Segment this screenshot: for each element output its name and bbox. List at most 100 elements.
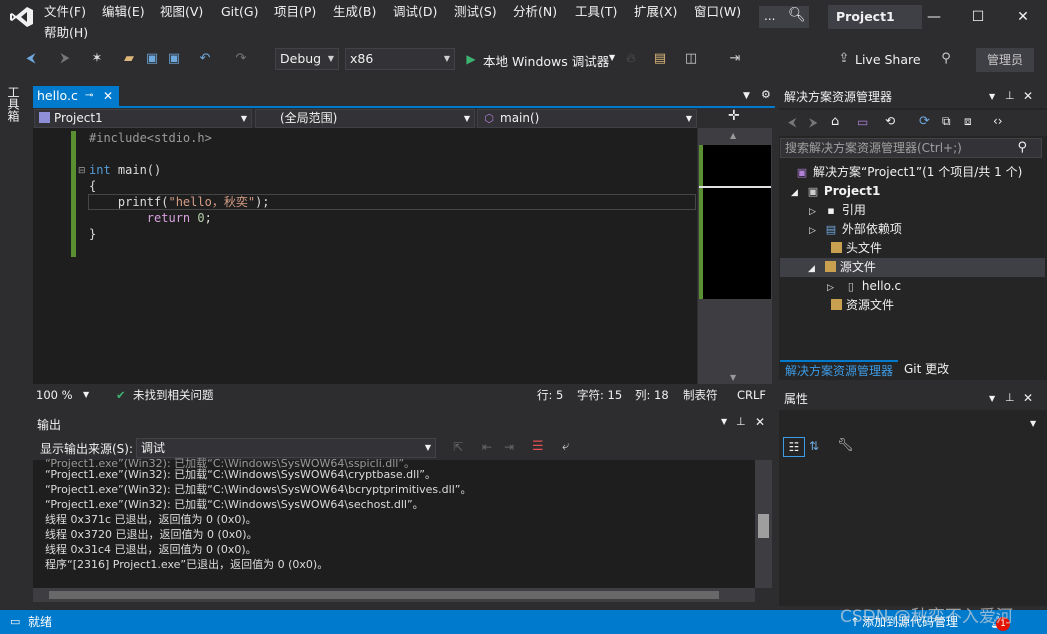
back-icon[interactable]: ⮜ — [22, 50, 40, 68]
chevron-down-icon[interactable]: ▼ — [721, 417, 727, 426]
menu-debug[interactable]: 调试(D) — [393, 4, 437, 22]
chevron-down-icon[interactable]: ▼ — [609, 53, 615, 62]
step-icon[interactable]: ⇥ — [726, 50, 744, 68]
tree-item-resources[interactable]: 资源文件 — [831, 296, 894, 314]
configuration-select[interactable]: Debug ▼ — [275, 48, 339, 70]
undo-icon[interactable]: ↶ — [196, 50, 214, 68]
minimap[interactable] — [699, 145, 771, 299]
tree-item-sources[interactable]: ◢ 源文件 — [808, 258, 876, 276]
pin-icon[interactable]: ⊥ — [1005, 85, 1015, 107]
hot-reload-icon[interactable]: 🔥︎ — [624, 50, 638, 68]
editor-tab-hello-c[interactable]: hello.c ⊸ ✕ — [33, 86, 119, 106]
close-icon[interactable]: ✕ — [755, 415, 765, 429]
live-share-button[interactable]: Live Share — [855, 52, 921, 67]
menu-tools[interactable]: 工具(T) — [575, 4, 617, 22]
menu-project[interactable]: 项目(P) — [274, 4, 316, 22]
line-ending[interactable]: CRLF — [737, 388, 766, 402]
browser-icon[interactable]: ◫ — [682, 50, 700, 68]
scroll-down-icon[interactable]: ▼ — [730, 373, 736, 382]
collapse-all-icon[interactable]: ⧉ — [942, 114, 951, 129]
show-all-files-icon[interactable]: ⧈ — [964, 114, 972, 129]
issues-status[interactable]: 未找到相关问题 — [133, 388, 214, 402]
menu-extensions[interactable]: 扩展(X) — [634, 4, 677, 22]
close-icon[interactable]: ✕ — [1023, 85, 1033, 107]
search-icon[interactable]: ⚲ — [1017, 139, 1027, 157]
output-horizontal-scrollbar[interactable] — [33, 588, 755, 602]
output-source-select[interactable]: 调试 ▼ — [136, 438, 436, 458]
menu-edit[interactable]: 编辑(E) — [102, 4, 145, 22]
scroll-up-icon[interactable]: ▲ — [730, 131, 736, 140]
code-view-icon[interactable]: ‹› — [993, 114, 1003, 128]
tab-git-changes[interactable]: Git 更改 — [899, 360, 954, 380]
tree-item-solution[interactable]: ▣ 解决方案“Project1”(1 个项目/共 1 个) — [795, 163, 1022, 181]
split-window-icon[interactable]: ✛ — [728, 108, 740, 124]
chevron-down-icon[interactable]: ▼ — [989, 388, 995, 410]
forward-icon[interactable]: ⮞ — [56, 50, 74, 68]
refresh-icon[interactable]: ⟳ — [919, 114, 930, 129]
collapsed-arrow-icon[interactable]: ▷ — [809, 207, 816, 217]
menu-build[interactable]: 生成(B) — [333, 4, 376, 22]
property-pages-icon[interactable]: 🔧︎ — [837, 438, 854, 453]
tree-item-references[interactable]: ▷ ▪ 引用 — [809, 201, 866, 219]
save-all-icon[interactable]: ▣ — [166, 50, 182, 68]
find-in-files-icon[interactable]: ▤ — [651, 50, 669, 68]
menu-help[interactable]: 帮助(H) — [44, 25, 88, 43]
tree-item-project[interactable]: ◢ ▣ Project1 — [791, 182, 880, 200]
menu-window[interactable]: 窗口(W) — [694, 4, 741, 22]
pin-icon[interactable]: ⊸ — [85, 86, 93, 106]
open-folder-icon[interactable]: ▰ — [121, 50, 137, 68]
solution-search-input[interactable]: 搜索解决方案资源管理器(Ctrl+;) ⚲ — [780, 138, 1042, 158]
home-icon[interactable]: ⌂ — [831, 114, 839, 129]
next-message-icon[interactable]: ⇥ — [504, 440, 514, 454]
output-vertical-scrollbar[interactable] — [755, 460, 772, 588]
save-icon[interactable]: ▣ — [144, 50, 160, 68]
tree-item-external-deps[interactable]: ▷ ▤ 外部依赖项 — [809, 220, 902, 238]
goto-location-icon[interactable]: ⇱ — [453, 440, 463, 454]
redo-icon[interactable]: ↷ — [232, 50, 250, 68]
word-wrap-icon[interactable]: ⤶ — [562, 439, 569, 454]
close-icon[interactable]: ✕ — [103, 86, 113, 106]
categorized-icon[interactable]: ☷ — [783, 437, 805, 457]
tree-item-hello-c[interactable]: ▷ ▯ hello.c — [827, 277, 901, 295]
split-handle[interactable]: ✛ — [698, 108, 775, 128]
chevron-down-icon[interactable]: ▼ — [989, 86, 995, 108]
scroll-thumb[interactable] — [758, 514, 769, 538]
scope-nav-select[interactable]: (全局范围) ▼ — [255, 109, 475, 128]
function-nav-select[interactable]: ⬡ main() ▼ — [477, 109, 697, 128]
close-button[interactable]: ✕ — [1003, 4, 1043, 30]
feedback-icon[interactable]: ⚲ — [937, 50, 955, 68]
collapsed-arrow-icon[interactable]: ▷ — [809, 226, 816, 236]
expanded-arrow-icon[interactable]: ◢ — [791, 188, 798, 198]
menu-file[interactable]: 文件(F) — [44, 4, 86, 22]
new-project-icon[interactable]: ✶ — [88, 50, 106, 68]
pin-icon[interactable]: ⊥ — [1005, 387, 1015, 409]
menu-view[interactable]: 视图(V) — [160, 4, 203, 22]
back-icon[interactable]: ⮜ — [788, 115, 797, 130]
live-share-icon[interactable]: ⇪ — [836, 50, 852, 68]
tab-solution-explorer[interactable]: 解决方案资源管理器 — [780, 360, 899, 380]
alphabetical-icon[interactable]: ⇅ — [809, 439, 819, 453]
history-icon[interactable]: ⟲ — [885, 114, 895, 128]
minimize-button[interactable]: — — [914, 4, 954, 30]
scroll-thumb[interactable] — [49, 591, 719, 599]
tree-item-headers[interactable]: 头文件 — [831, 239, 882, 257]
menu-git[interactable]: Git(G) — [221, 4, 259, 22]
chevron-down-icon[interactable]: ▼ — [83, 388, 89, 402]
switch-views-icon[interactable]: ▭ — [857, 115, 868, 129]
project-nav-select[interactable]: Project1 ▼ — [34, 109, 252, 128]
chevron-down-icon[interactable]: ▼ — [1030, 419, 1036, 428]
toolbox-tab[interactable]: 工具箱 — [6, 86, 22, 122]
collapse-icon[interactable]: ⊟ — [78, 166, 86, 176]
indent-mode[interactable]: 制表符 — [683, 388, 718, 402]
clear-all-icon[interactable]: ☰ — [532, 439, 544, 454]
start-debugging-button[interactable]: 本地 Windows 调试器 — [483, 51, 609, 70]
previous-message-icon[interactable]: ⇤ — [482, 440, 492, 454]
platform-select[interactable]: x86 ▼ — [345, 48, 455, 70]
collapsed-arrow-icon[interactable]: ▷ — [827, 283, 834, 293]
pin-icon[interactable]: ⊥ — [736, 415, 746, 428]
tab-list-chevron-icon[interactable]: ▼ — [743, 91, 750, 101]
gear-icon[interactable]: ⚙ — [761, 88, 771, 101]
maximize-button[interactable]: ☐ — [958, 4, 998, 30]
close-icon[interactable]: ✕ — [1023, 387, 1033, 409]
play-icon[interactable]: ▶ — [464, 50, 478, 68]
